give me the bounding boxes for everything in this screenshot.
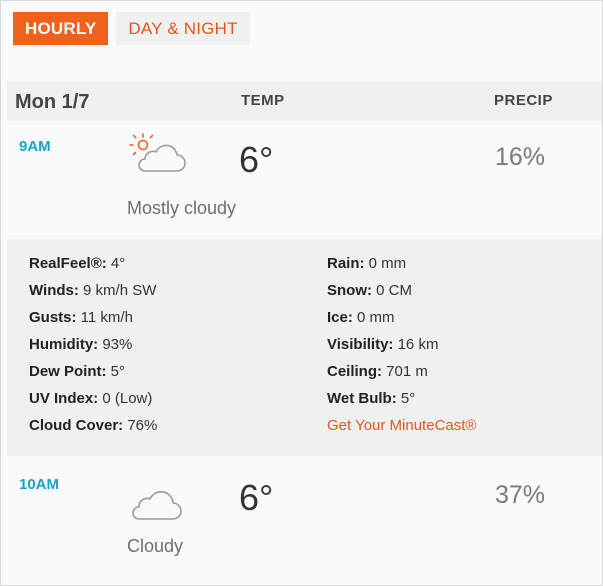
date-label: Mon 1/7 — [15, 91, 90, 113]
precip-column-header: PRECIP — [494, 92, 553, 109]
hour-phrase: Cloudy — [127, 536, 184, 556]
detail-ceiling: Ceiling: 701 m — [327, 363, 428, 380]
detail-ice: Ice: 0 mm — [327, 309, 395, 326]
hour-time: 9AM — [19, 138, 51, 155]
hour-time: 10AM — [19, 476, 60, 493]
forecast-header: Mon 1/7 TEMP PRECIP — [7, 81, 602, 121]
detail-visibility: Visibility: 16 km — [327, 336, 439, 353]
minutecast-link[interactable]: Get Your MinuteCast® — [327, 417, 476, 434]
tab-day-night[interactable]: DAY & NIGHT — [116, 12, 250, 45]
hour-precip: 37% — [495, 481, 546, 509]
detail-winds: Winds: 9 km/h SW — [29, 282, 157, 299]
cloud-icon — [125, 481, 187, 525]
hour-row-9am[interactable]: 9AM 6° 16% Mostly cloudy — [7, 121, 602, 239]
forecast-tabs: HOURLY DAY & NIGHT — [13, 12, 250, 45]
partly-cloudy-sun-icon — [125, 131, 187, 175]
details-right-column: Rain: 0 mm Snow: 0 CM Ice: 0 mm Visibili… — [327, 255, 476, 444]
hour-details-panel: RealFeel®: 4° Winds: 9 km/h SW Gusts: 11… — [7, 239, 602, 456]
temp-column-header: TEMP — [241, 92, 285, 109]
hour-row-10am[interactable]: 10AM 6° 37% Cloudy — [7, 459, 602, 577]
details-left-column: RealFeel®: 4° Winds: 9 km/h SW Gusts: 11… — [29, 255, 157, 444]
hour-phrase: Mostly cloudy — [127, 198, 237, 218]
detail-snow: Snow: 0 CM — [327, 282, 413, 299]
detail-wet-bulb: Wet Bulb: 5° — [327, 390, 416, 407]
hour-temp: 6° — [239, 139, 274, 180]
detail-gusts: Gusts: 11 km/h — [29, 309, 133, 326]
detail-uv-index: UV Index: 0 (Low) — [29, 390, 153, 407]
detail-cloud-cover: Cloud Cover: 76% — [29, 417, 158, 434]
hour-precip: 16% — [495, 143, 546, 171]
tab-hourly[interactable]: HOURLY — [13, 12, 109, 45]
hourly-forecast-panel: HOURLY DAY & NIGHT Mon 1/7 TEMP PRECIP 9… — [0, 0, 603, 586]
detail-rain: Rain: 0 mm — [327, 255, 407, 272]
detail-realfeel: RealFeel®: 4° — [29, 255, 126, 272]
detail-dew-point: Dew Point: 5° — [29, 363, 126, 380]
hour-temp: 6° — [239, 477, 274, 518]
detail-humidity: Humidity: 93% — [29, 336, 133, 353]
